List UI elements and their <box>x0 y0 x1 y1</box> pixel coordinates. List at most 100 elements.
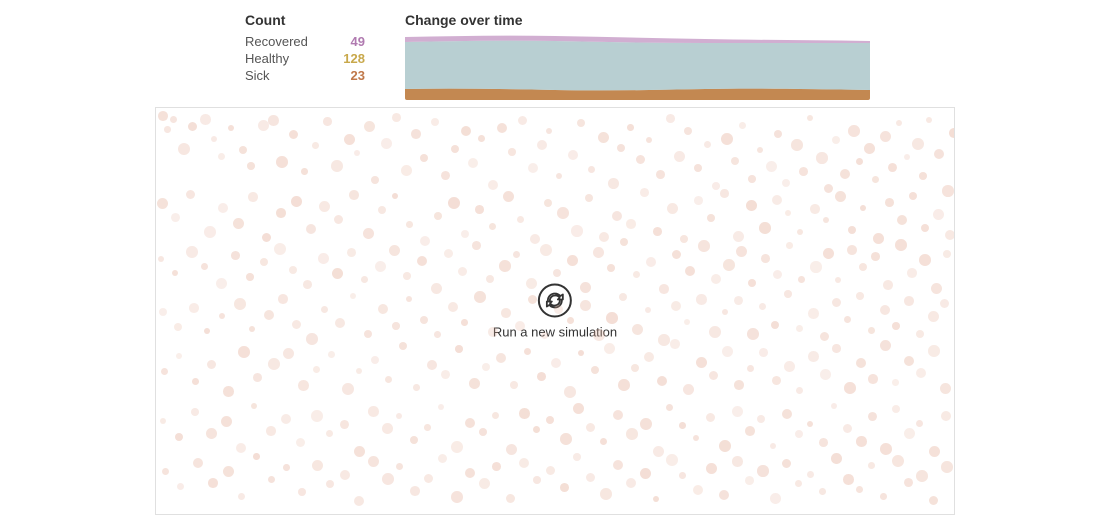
recovered-value: 49 <box>351 34 365 49</box>
simulation-dot <box>731 157 739 165</box>
simulation-dot <box>656 170 665 179</box>
simulation-dot <box>626 219 636 229</box>
simulation-dot <box>819 438 828 447</box>
simulation-dot <box>626 478 636 488</box>
simulation-dot <box>417 256 427 266</box>
simulation-dot <box>200 114 211 125</box>
simulation-dot <box>553 269 561 277</box>
simulation-dot <box>770 443 776 449</box>
simulation-dot <box>810 261 822 273</box>
simulation-dot <box>670 339 680 349</box>
simulation-dot <box>693 485 703 495</box>
simulation-dot <box>427 360 437 370</box>
simulation-dot <box>835 191 846 202</box>
simulation-dot <box>541 332 548 339</box>
simulation-dot <box>934 149 944 159</box>
simulation-dot <box>392 113 401 122</box>
simulation-dot <box>892 455 904 467</box>
simulation-dot <box>238 493 245 500</box>
simulation-dot <box>283 348 294 359</box>
simulation-dot <box>832 136 840 144</box>
simulation-dot <box>216 278 227 289</box>
simulation-dot <box>591 366 599 374</box>
simulation-dot <box>278 294 288 304</box>
simulation-dot <box>859 263 867 271</box>
simulation-dot <box>823 248 834 259</box>
simulation-dot <box>696 357 707 368</box>
simulation-dot <box>679 472 686 479</box>
simulation-dot <box>420 154 428 162</box>
simulation-dot <box>733 231 744 242</box>
simulation-dot <box>503 191 514 202</box>
simulation-dot <box>619 293 627 301</box>
simulation-dot <box>719 440 731 452</box>
simulation-dot <box>667 203 678 214</box>
simulation-dot <box>674 151 685 162</box>
simulation-dot <box>248 192 258 202</box>
simulation-dot <box>748 279 756 287</box>
simulation-dot <box>747 328 759 340</box>
simulation-dot <box>347 248 356 257</box>
simulation-dot <box>646 257 656 267</box>
sick-row: Sick 23 <box>245 68 365 83</box>
simulation-dot <box>904 356 914 366</box>
simulation-dot <box>706 413 715 422</box>
simulation-dot <box>797 229 803 235</box>
simulation-dot <box>410 486 420 496</box>
simulation-dot <box>218 153 225 160</box>
simulation-dot <box>580 300 591 311</box>
simulation-dot <box>201 263 208 270</box>
simulation-dot <box>873 233 884 244</box>
simulation-dot <box>671 301 681 311</box>
simulation-dot <box>496 353 506 363</box>
simulation-dot <box>782 179 790 187</box>
simulation-dot <box>506 494 515 503</box>
simulation-dot <box>748 175 756 183</box>
simulation-dot <box>840 169 850 179</box>
simulation-dot <box>364 330 372 338</box>
simulation-dot <box>517 216 524 223</box>
simulation-dot <box>856 436 867 447</box>
simulation-dot <box>657 376 667 386</box>
simulation-dot <box>171 213 180 222</box>
simulation-dot <box>385 376 392 383</box>
simulation-dot <box>326 430 333 437</box>
simulation-dot <box>268 358 280 370</box>
simulation-dot <box>211 136 217 142</box>
simulation-dot <box>178 143 190 155</box>
simulation-dot <box>933 209 944 220</box>
simulation-dot <box>371 356 379 364</box>
simulation-dot <box>276 208 286 218</box>
simulation-dot <box>883 280 893 290</box>
simulation-dot <box>465 418 475 428</box>
simulation-dot <box>658 334 670 346</box>
simulation-dot <box>354 496 364 506</box>
simulation-dot <box>560 483 569 492</box>
simulation-dot <box>880 493 887 500</box>
simulation-dot <box>832 298 841 307</box>
simulation-dot <box>160 418 166 424</box>
simulation-dot <box>312 460 323 471</box>
simulation-dot <box>593 247 604 258</box>
simulation-dot <box>872 176 879 183</box>
simulation-dot <box>361 276 368 283</box>
simulation-dot <box>356 368 362 374</box>
simulation-dot <box>653 227 662 236</box>
simulation-dot <box>499 260 511 272</box>
simulation-dot <box>488 327 498 337</box>
simulation-dot <box>949 128 955 138</box>
simulation-dot <box>444 249 453 258</box>
simulation-dot <box>653 496 659 502</box>
simulation-dot <box>666 114 675 123</box>
simulation-dot <box>786 242 793 249</box>
simulation-dot <box>698 240 710 252</box>
simulation-dot <box>771 321 779 329</box>
simulation-dot <box>807 421 813 427</box>
simulation-dot <box>672 250 681 259</box>
simulation-dot <box>784 290 792 298</box>
simulation-dot <box>880 305 890 315</box>
simulation-dot <box>791 139 803 151</box>
simulation-dot <box>573 453 581 461</box>
simulation-dot <box>617 144 625 152</box>
simulation-dot <box>607 264 615 272</box>
